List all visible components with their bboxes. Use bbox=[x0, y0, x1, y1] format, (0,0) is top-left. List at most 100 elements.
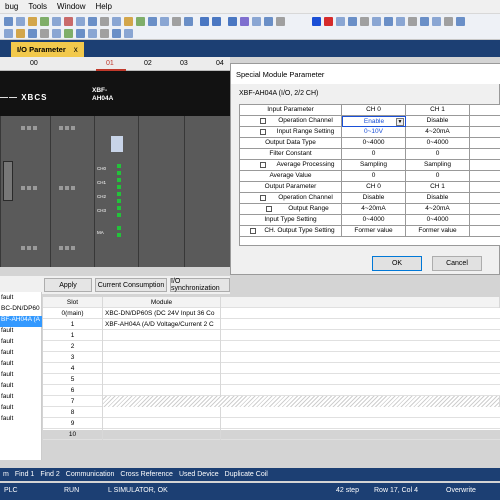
checkbox[interactable] bbox=[260, 162, 266, 168]
cancel-button[interactable]: Cancel bbox=[432, 256, 482, 271]
table-row[interactable]: Filter Constant 0 0 bbox=[240, 149, 500, 160]
table-row[interactable]: Average Value 0 0 bbox=[240, 171, 500, 182]
toolbar-icon[interactable] bbox=[384, 17, 393, 26]
empty-slot[interactable] bbox=[138, 116, 184, 267]
toolbar-icon[interactable] bbox=[160, 17, 169, 26]
tree-item[interactable]: fault bbox=[0, 393, 42, 404]
tree-item[interactable]: fault bbox=[0, 382, 42, 393]
checkbox[interactable] bbox=[260, 129, 266, 135]
chevron-down-icon[interactable]: ▼ bbox=[396, 118, 404, 126]
toolbar-icon[interactable] bbox=[184, 17, 193, 26]
checkbox[interactable] bbox=[266, 206, 272, 212]
toolbar-icon[interactable] bbox=[112, 17, 121, 26]
toolbar-icon[interactable] bbox=[16, 17, 25, 26]
ad-module[interactable]: CH0 CH1 CH2 CH3 MA bbox=[94, 116, 138, 267]
tree-item[interactable]: fault bbox=[0, 349, 42, 360]
tab-communication[interactable]: Communication bbox=[63, 471, 118, 478]
ch1-value[interactable]: Disable bbox=[406, 193, 470, 204]
toolbar-icon[interactable] bbox=[64, 29, 73, 38]
slot-number[interactable]: 00 bbox=[30, 60, 38, 67]
toolbar-icon[interactable] bbox=[360, 17, 369, 26]
table-row[interactable]: 0(main) XBC-DN/DP60S (DC 24V Input 36 Co bbox=[43, 308, 500, 319]
ch0-value[interactable]: Disable bbox=[342, 193, 406, 204]
ch1-value[interactable]: Former value bbox=[406, 226, 470, 237]
run-icon[interactable] bbox=[312, 17, 321, 26]
table-row[interactable]: Operation Channel Enable ▼ Disable bbox=[240, 116, 500, 127]
menu-window[interactable]: Window bbox=[52, 2, 90, 11]
ch0-value[interactable]: 0~10V bbox=[342, 127, 406, 138]
ch0-value[interactable]: 0~4000 bbox=[342, 138, 406, 149]
toolbar-icon[interactable] bbox=[420, 17, 429, 26]
toolbar-icon[interactable] bbox=[76, 29, 85, 38]
tree-item[interactable]: fault bbox=[0, 371, 42, 382]
tree-item[interactable]: BF-AH04A (A bbox=[0, 316, 42, 327]
tree-item[interactable]: fault bbox=[0, 338, 42, 349]
toolbar-icon[interactable] bbox=[212, 17, 221, 26]
ch0-value[interactable]: 4~20mA bbox=[342, 204, 406, 215]
table-row[interactable]: 1 XBF-AH04A (A/D Voltage/Current 2 C bbox=[43, 319, 500, 330]
toolbar-icon[interactable] bbox=[112, 29, 121, 38]
tree-item[interactable]: fault bbox=[0, 404, 42, 415]
table-row[interactable]: 1 bbox=[43, 330, 500, 341]
toolbar-icon[interactable] bbox=[52, 17, 61, 26]
checkbox[interactable] bbox=[250, 228, 256, 234]
ok-button[interactable]: OK bbox=[372, 256, 422, 271]
ch1-value[interactable]: 0 bbox=[406, 149, 470, 160]
toolbar-icon[interactable] bbox=[372, 17, 381, 26]
toolbar-icon[interactable] bbox=[88, 17, 97, 26]
tab-find-1[interactable]: Find 1 bbox=[12, 471, 37, 478]
ch1-value[interactable]: 4~20mA bbox=[406, 127, 470, 138]
main-module[interactable] bbox=[0, 116, 50, 267]
ch0-value[interactable]: Sampling bbox=[342, 160, 406, 171]
tab-cross-reference[interactable]: Cross Reference bbox=[117, 471, 176, 478]
tab-used-device[interactable]: Used Device bbox=[176, 471, 222, 478]
tab-duplicate-coil[interactable]: Duplicate Coil bbox=[222, 471, 271, 478]
ch0-value[interactable]: 0 bbox=[342, 149, 406, 160]
toolbar-icon[interactable] bbox=[52, 29, 61, 38]
empty-slot[interactable] bbox=[184, 116, 230, 267]
table-row[interactable]: 10 bbox=[43, 429, 500, 440]
tree-item[interactable]: fault bbox=[0, 360, 42, 371]
ch1-value[interactable]: 0~4000 bbox=[406, 138, 470, 149]
toolbar-icon[interactable] bbox=[228, 17, 237, 26]
ch0-value[interactable]: 0~4000 bbox=[342, 215, 406, 226]
toolbar-icon[interactable] bbox=[124, 29, 133, 38]
toolbar-icon[interactable] bbox=[444, 17, 453, 26]
io-sync-button[interactable]: I/O synchronization bbox=[170, 278, 230, 292]
toolbar-icon[interactable] bbox=[172, 17, 181, 26]
toolbar-icon[interactable] bbox=[76, 17, 85, 26]
toolbar-icon[interactable] bbox=[200, 17, 209, 26]
toolbar-icon[interactable] bbox=[276, 17, 285, 26]
toolbar-icon[interactable] bbox=[88, 29, 97, 38]
toolbar-icon[interactable] bbox=[264, 17, 273, 26]
toolbar-icon[interactable] bbox=[136, 17, 145, 26]
toolbar-icon[interactable] bbox=[100, 17, 109, 26]
toolbar-icon[interactable] bbox=[40, 17, 49, 26]
checkbox[interactable] bbox=[260, 118, 266, 124]
tree-item[interactable]: fault bbox=[0, 327, 42, 338]
close-icon[interactable]: x bbox=[74, 45, 78, 54]
slot-number[interactable]: 04 bbox=[216, 60, 224, 67]
checkbox[interactable] bbox=[260, 195, 266, 201]
slot-number[interactable]: 01 bbox=[106, 60, 114, 67]
tree-item[interactable]: BC-DN/DP60 bbox=[0, 305, 42, 316]
menu-help[interactable]: Help bbox=[91, 2, 117, 11]
table-row[interactable]: Output Range 4~20mA 4~20mA bbox=[240, 204, 500, 215]
toolbar-icon[interactable] bbox=[28, 29, 37, 38]
toolbar-icon[interactable] bbox=[240, 17, 249, 26]
toolbar-icon[interactable] bbox=[16, 29, 25, 38]
ch1-value[interactable]: Sampling bbox=[406, 160, 470, 171]
table-row[interactable]: Operation Channel Disable Disable bbox=[240, 193, 500, 204]
tree-item[interactable]: fault bbox=[0, 415, 42, 426]
toolbar-icon[interactable] bbox=[336, 17, 345, 26]
tab-output[interactable]: m bbox=[0, 471, 12, 478]
ch1-value[interactable]: 0 bbox=[406, 171, 470, 182]
toolbar-icon[interactable] bbox=[408, 17, 417, 26]
toolbar-icon[interactable] bbox=[432, 17, 441, 26]
tab-io-parameter[interactable]: I/O Parameter x bbox=[11, 42, 84, 57]
menu-debug[interactable]: bug bbox=[0, 2, 23, 11]
toolbar-icon[interactable] bbox=[124, 17, 133, 26]
toolbar-icon[interactable] bbox=[148, 17, 157, 26]
toolbar-icon[interactable] bbox=[64, 17, 73, 26]
toolbar-icon[interactable] bbox=[252, 17, 261, 26]
